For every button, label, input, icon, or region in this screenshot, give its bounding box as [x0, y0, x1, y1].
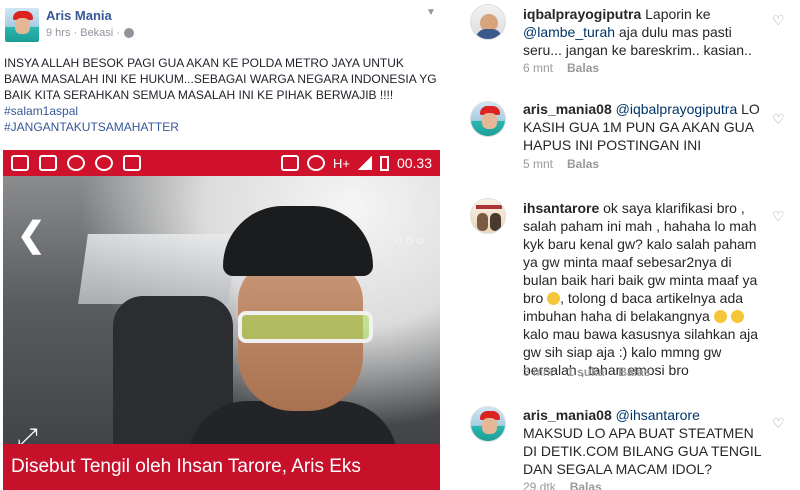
article-headline: Disebut Tengil oleh Ihsan Tarore, Aris E…: [3, 444, 440, 490]
comment-username[interactable]: aris_mania08: [523, 101, 612, 117]
message-icon: [11, 155, 29, 171]
hashtag-link[interactable]: #JANGANTAKUTSAMAHATTER: [4, 119, 440, 135]
post-timestamp[interactable]: 9 hrs · Bekasi ·: [46, 27, 120, 39]
commenter-avatar[interactable]: [470, 198, 506, 234]
heart-icon[interactable]: ♡: [772, 209, 786, 223]
post-text-block: INSYA ALLAH BESOK PAGI GUA AKAN KE POLDA…: [4, 55, 440, 135]
comment-username[interactable]: aris_mania08: [523, 407, 612, 423]
instagram-comments: iqbalprayogiputra Laporin ke @lambe_tura…: [456, 0, 800, 490]
article-photo: ❮ ○○○ ⤢: [3, 176, 440, 490]
comment-actions: 5 mnt Balas: [523, 157, 599, 171]
notification-icon: [123, 155, 141, 171]
alarm-icon: [306, 155, 325, 171]
comment-text: ihsantarore ok saya klarifikasi bro , sa…: [523, 200, 759, 378]
see-no-evil-emoji-icon: [713, 310, 727, 323]
heart-icon[interactable]: ♡: [772, 112, 786, 126]
author-avatar[interactable]: [5, 8, 39, 42]
alert-icon: [39, 155, 57, 171]
reply-button[interactable]: Balas: [567, 61, 599, 75]
comment-username[interactable]: ihsantarore: [523, 200, 599, 216]
see-no-evil-emoji-icon: [730, 310, 744, 323]
network-type: H+: [332, 155, 350, 171]
bell-icon: [95, 155, 113, 171]
back-arrow-icon: ❮: [17, 216, 46, 254]
comment-time: 3 mnt: [523, 365, 554, 379]
shared-screenshot[interactable]: H+ 00.33 ❮ ○○○ ⤢ Disebut Tengil oleh Ihs…: [3, 150, 440, 490]
mention-link[interactable]: @lambe_turah: [523, 24, 615, 40]
comment-username[interactable]: iqbalprayogiputra: [523, 6, 641, 22]
grinning-emoji-icon: [547, 292, 561, 305]
comment-actions: 3 mnt 1 suka Balas: [523, 365, 650, 379]
phone-clock: 00.33: [396, 155, 432, 171]
commenter-avatar[interactable]: [470, 101, 506, 137]
heart-icon[interactable]: ♡: [772, 13, 786, 27]
heart-icon[interactable]: ♡: [772, 416, 786, 430]
reply-button[interactable]: Balas: [570, 480, 602, 490]
globe-icon: [123, 28, 134, 38]
comment-time: 29 dtk: [523, 480, 556, 490]
chevron-down-icon[interactable]: ▼: [426, 8, 438, 18]
status-right: H+ 00.33: [280, 155, 432, 171]
comment-text: iqbalprayogiputra Laporin ke @lambe_tura…: [523, 6, 752, 58]
commenter-avatar[interactable]: [470, 406, 506, 442]
mention-link[interactable]: @ihsantarore: [616, 407, 700, 423]
commenter-avatar[interactable]: [470, 4, 506, 40]
comment-time: 6 mnt: [523, 61, 554, 75]
more-dots-icon: ○○○: [395, 232, 427, 248]
comment-text: aris_mania08 @ihsantarore MAKSUD LO APA …: [523, 407, 762, 477]
post-meta: 9 hrs · Bekasi ·: [46, 27, 134, 39]
like-count[interactable]: 1 suka: [567, 365, 604, 379]
signal-icon: [357, 156, 372, 170]
battery-icon: [379, 155, 389, 171]
hashtag-link[interactable]: #salam1aspal: [4, 103, 440, 119]
vibrate-icon: [280, 155, 299, 171]
mention-link[interactable]: @iqbalprayogiputra: [616, 101, 738, 117]
phone-status-bar: H+ 00.33: [3, 150, 440, 176]
reply-button[interactable]: Balas: [567, 157, 599, 171]
comment-actions: 6 mnt Balas: [523, 61, 599, 75]
comment-actions: 29 dtk Balas: [523, 480, 602, 490]
facebook-post: Aris Mania 9 hrs · Bekasi · ▼ INSYA ALLA…: [0, 0, 446, 490]
reply-button[interactable]: Balas: [618, 365, 650, 379]
comment-text: aris_mania08 @iqbalprayogiputra LO KASIH…: [523, 101, 760, 153]
comment-time: 5 mnt: [523, 157, 554, 171]
post-text: INSYA ALLAH BESOK PAGI GUA AKAN KE POLDA…: [4, 56, 437, 102]
whatsapp-icon: [67, 155, 85, 171]
author-name[interactable]: Aris Mania: [46, 8, 112, 23]
